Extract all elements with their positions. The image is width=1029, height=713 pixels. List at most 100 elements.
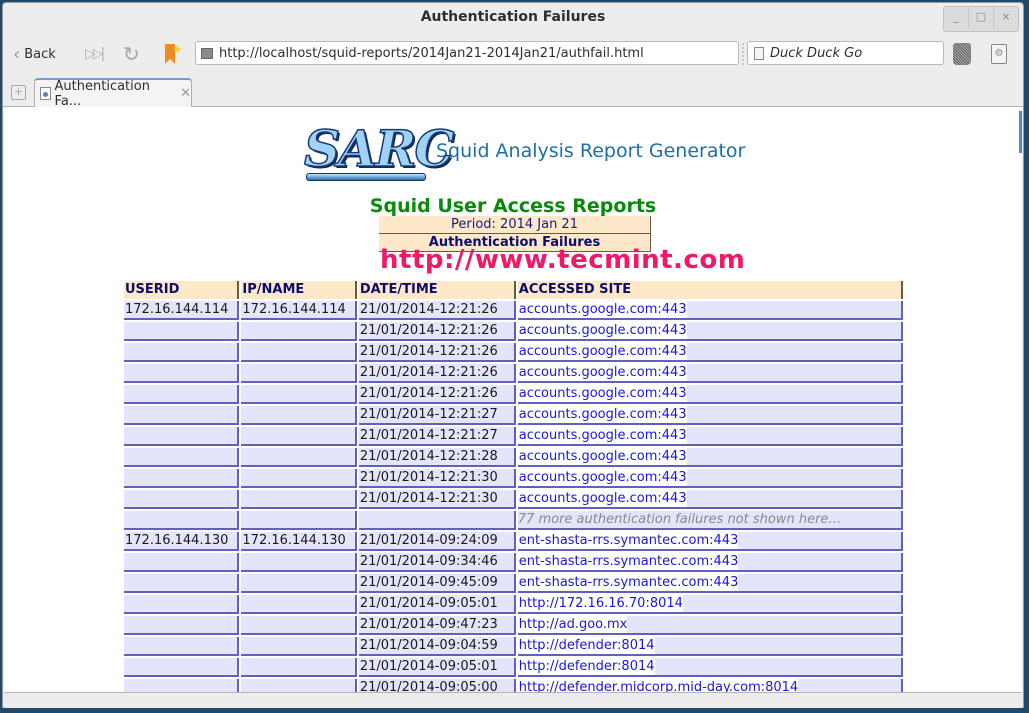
cell-userid — [124, 574, 240, 593]
minimize-button[interactable]: _ — [944, 7, 968, 29]
back-arrow-icon: ‹ — [13, 43, 21, 65]
new-tab-button[interactable]: + — [11, 85, 26, 100]
table-row: 21/01/2014-09:05:01 http://172.16.16.70:8… — [124, 595, 903, 614]
column-header-site: ACCESSED SITE — [517, 281, 903, 299]
site-link[interactable]: accounts.google.com:443 — [517, 301, 687, 318]
site-link[interactable]: accounts.google.com:443 — [517, 406, 687, 423]
site-link[interactable]: accounts.google.com:443 — [517, 385, 687, 402]
page-icon — [201, 47, 213, 59]
reload-button[interactable]: ↻ — [123, 41, 140, 67]
site-link[interactable]: ent-shasta-rrs.symantec.com:443 — [517, 553, 739, 570]
cell-datetime: 21/01/2014-12:21:30 — [358, 469, 516, 488]
cell-userid — [124, 322, 240, 341]
star-icon: ★ — [172, 42, 183, 56]
cell-site: http://defender:8014 — [517, 637, 903, 656]
close-window-button[interactable]: × — [993, 7, 1018, 29]
bookmark-icon: ★ — [165, 42, 183, 64]
bookmark-button[interactable]: ★ — [165, 41, 183, 67]
site-link[interactable]: ent-shasta-rrs.symantec.com:443 — [517, 532, 739, 549]
cell-site: ent-shasta-rrs.symantec.com:443 — [517, 553, 903, 572]
site-link[interactable]: accounts.google.com:443 — [517, 448, 687, 465]
trash-button[interactable] — [953, 41, 971, 67]
site-link[interactable]: accounts.google.com:443 — [517, 469, 687, 486]
sarc-logo: SARC — [300, 118, 455, 185]
table-row: 21/01/2014-12:21:30 accounts.google.com:4… — [124, 490, 903, 509]
cell-userid: 172.16.144.114 — [124, 301, 240, 320]
site-link[interactable]: http://defender:8014 — [517, 658, 655, 675]
cell-userid — [124, 406, 240, 425]
table-row: 21/01/2014-12:21:26 accounts.google.com:4… — [124, 385, 903, 404]
cell-userid — [124, 511, 240, 530]
preferences-icon: ⚙ — [991, 44, 1007, 64]
cell-ip — [241, 385, 357, 404]
cell-ip — [241, 637, 357, 656]
table-row: 21/01/2014-09:34:46 ent-shasta-rrs.symant… — [124, 553, 903, 572]
close-tab-icon[interactable]: ✕ — [180, 86, 191, 101]
cell-site: accounts.google.com:443 — [517, 343, 903, 362]
cell-userid — [124, 385, 240, 404]
table-header-row: USERID IP/NAME DATE/TIME ACCESSED SITE — [124, 281, 903, 299]
cell-userid: 172.16.144.130 — [124, 532, 240, 551]
cell-ip — [241, 343, 357, 362]
table-row: 21/01/2014-12:21:27 accounts.google.com:4… — [124, 406, 903, 425]
site-link[interactable]: accounts.google.com:443 — [517, 322, 687, 339]
cell-site: accounts.google.com:443 — [517, 322, 903, 341]
site-link[interactable]: http://defender:8014 — [517, 637, 655, 654]
url-bar[interactable]: http://localhost/squid-reports/2014Jan21… — [195, 41, 739, 65]
site-link[interactable]: ent-shasta-rrs.symantec.com:443 — [517, 574, 739, 591]
site-link[interactable]: accounts.google.com:443 — [517, 343, 687, 360]
cell-ip — [241, 469, 357, 488]
cell-ip — [241, 406, 357, 425]
cell-ip: 172.16.144.114 — [241, 301, 357, 320]
forward-icon: ▷▷| — [85, 46, 105, 62]
cell-datetime: 21/01/2014-12:21:26 — [358, 301, 516, 320]
tab-authentication-failures[interactable]: Authentication Fa... ✕ — [34, 78, 192, 109]
cell-userid — [124, 448, 240, 467]
site-link[interactable]: accounts.google.com:443 — [517, 427, 687, 444]
cell-datetime: 21/01/2014-09:05:00 — [358, 679, 516, 692]
cell-site: accounts.google.com:443 — [517, 301, 903, 320]
column-header-userid: USERID — [124, 281, 240, 299]
cell-ip — [241, 658, 357, 677]
cell-ip — [241, 616, 357, 635]
site-link[interactable]: accounts.google.com:443 — [517, 364, 687, 381]
cell-userid — [124, 343, 240, 362]
cell-site: accounts.google.com:443 — [517, 448, 903, 467]
site-link[interactable]: http://172.16.16.70:8014 — [517, 595, 683, 612]
table-row: 21/01/2014-12:21:26 accounts.google.com:4… — [124, 322, 903, 341]
cell-datetime: 21/01/2014-12:21:30 — [358, 490, 516, 509]
header-title: Squid Analysis Report Generator — [436, 140, 746, 162]
preferences-button[interactable]: ⚙ — [991, 41, 1007, 67]
site-link[interactable]: http://ad.goo.mx — [517, 616, 628, 633]
cell-site: accounts.google.com:443 — [517, 385, 903, 404]
cell-datetime: 21/01/2014-09:04:59 — [358, 637, 516, 656]
reload-icon: ↻ — [123, 42, 140, 66]
cell-site: ent-shasta-rrs.symantec.com:443 — [517, 574, 903, 593]
cell-userid — [124, 427, 240, 446]
report-title: Squid User Access Reports — [369, 195, 657, 217]
back-button[interactable]: ‹ Back — [13, 41, 56, 67]
cell-site: accounts.google.com:443 — [517, 490, 903, 509]
cell-site: ent-shasta-rrs.symantec.com:443 — [517, 532, 903, 551]
cell-ip — [241, 595, 357, 614]
forward-button[interactable]: ▷▷| — [85, 41, 105, 67]
status-bar — [4, 692, 1022, 708]
search-input[interactable]: Duck Duck Go — [747, 41, 944, 65]
maximize-button[interactable]: □ — [968, 7, 993, 29]
cell-ip — [241, 679, 357, 692]
more-failures-note: 77 more authentication failures not show… — [517, 512, 842, 527]
cell-datetime: 21/01/2014-12:21:28 — [358, 448, 516, 467]
cell-ip — [241, 490, 357, 509]
site-link[interactable]: http://defender.midcorp.mid-day.com:8014 — [517, 679, 799, 692]
site-link[interactable]: accounts.google.com:443 — [517, 490, 687, 507]
browser-window: Authentication Failures _ □ × ‹ Back ▷▷|… — [2, 2, 1024, 708]
cell-site: http://ad.goo.mx — [517, 616, 903, 635]
table-row: 21/01/2014-12:21:27 accounts.google.com:4… — [124, 427, 903, 446]
cell-datetime: 21/01/2014-09:24:09 — [358, 532, 516, 551]
url-text[interactable]: http://localhost/squid-reports/2014Jan21… — [219, 46, 644, 61]
cell-userid — [124, 490, 240, 509]
cell-userid — [124, 637, 240, 656]
cell-datetime: 21/01/2014-12:21:26 — [358, 343, 516, 362]
cell-datetime: 21/01/2014-12:21:26 — [358, 385, 516, 404]
scrollbar[interactable] — [1019, 111, 1022, 153]
